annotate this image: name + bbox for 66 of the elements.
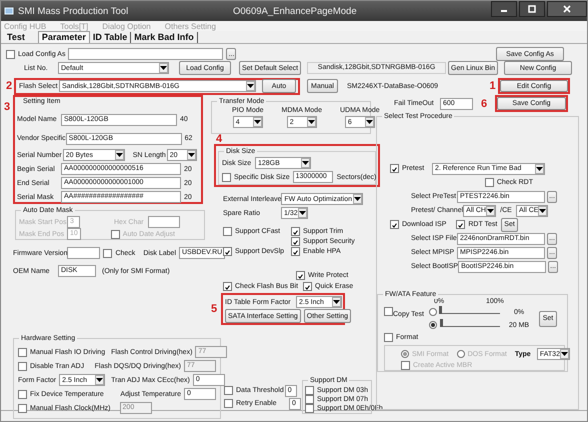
caret-icon — [538, 206, 548, 216]
checkbox[interactable] — [18, 390, 27, 398]
checkbox[interactable] — [484, 178, 494, 188]
checkbox[interactable] — [6, 50, 15, 58]
caret-icon — [246, 81, 255, 91]
checkbox[interactable] — [296, 271, 305, 280]
caret-icon — [95, 375, 104, 385]
caret-icon — [298, 208, 307, 218]
annotation-number: 5 — [210, 303, 218, 315]
tab[interactable]: Mark Bad Info — [131, 32, 198, 43]
caret-icon — [332, 297, 341, 307]
text-field[interactable] — [68, 48, 224, 60]
checkbox[interactable] — [305, 386, 314, 395]
caret-icon — [364, 117, 374, 127]
checkbox[interactable] — [390, 164, 399, 174]
caret-icon — [301, 158, 310, 168]
annotation-number: 2 — [4, 80, 14, 92]
maximize-icon[interactable] — [519, 1, 545, 17]
caret-icon — [186, 150, 196, 160]
tab[interactable]: ID Table — [90, 32, 132, 43]
checkbox[interactable] — [224, 386, 233, 395]
caret-icon — [486, 206, 495, 216]
close-icon[interactable] — [547, 1, 587, 17]
checkbox[interactable] — [224, 399, 233, 408]
checkbox[interactable] — [291, 246, 300, 256]
caret-icon — [159, 63, 168, 73]
checkbox[interactable] — [291, 236, 300, 246]
text-field[interactable] — [67, 247, 100, 259]
checkbox[interactable] — [222, 172, 231, 182]
checkbox[interactable] — [18, 404, 27, 412]
tab[interactable]: Test — [4, 32, 28, 43]
caret-icon — [353, 194, 362, 204]
checkbox[interactable] — [291, 226, 300, 236]
checkbox[interactable] — [223, 226, 232, 236]
caret-icon — [306, 117, 316, 127]
checkbox[interactable] — [305, 395, 314, 404]
tab[interactable]: Parameter — [38, 31, 90, 43]
annotation-number: 4 — [216, 133, 222, 145]
slider-thumb[interactable] — [440, 319, 444, 328]
slider[interactable] — [440, 319, 500, 328]
checkbox[interactable] — [303, 282, 312, 291]
annotation-number: 6 — [480, 98, 488, 110]
checkbox[interactable] — [384, 333, 393, 342]
checkbox[interactable] — [390, 220, 399, 230]
checkbox[interactable] — [103, 248, 112, 258]
app-icon — [4, 6, 14, 16]
slider[interactable] — [440, 306, 500, 314]
annotation-number: 3 — [2, 101, 12, 113]
checkbox[interactable] — [305, 404, 314, 413]
annotation-number: 1 — [488, 80, 497, 92]
checkbox[interactable] — [223, 246, 232, 256]
checkbox[interactable] — [223, 282, 232, 291]
caret-icon — [114, 150, 124, 160]
window-title: SMI Mass Production Tool — [18, 6, 130, 16]
slider-thumb[interactable] — [439, 306, 442, 314]
radio-button[interactable] — [429, 321, 437, 330]
checkbox[interactable] — [384, 306, 393, 316]
radio-button[interactable] — [429, 308, 437, 316]
minimize-icon[interactable] — [491, 1, 517, 17]
caret-icon — [535, 164, 544, 174]
window-subtitle: O0609A_EnhancePageMode — [233, 6, 357, 16]
checkbox[interactable] — [18, 362, 27, 370]
checkbox[interactable] — [18, 348, 27, 356]
caret-icon — [560, 349, 569, 360]
checkbox[interactable] — [456, 220, 466, 230]
caret-icon — [252, 117, 262, 127]
